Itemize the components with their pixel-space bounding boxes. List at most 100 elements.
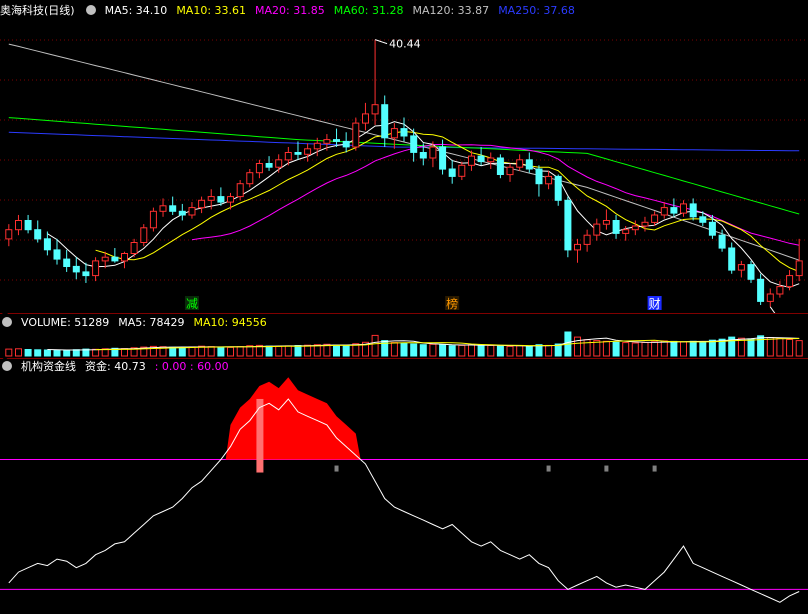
candle-body bbox=[275, 159, 283, 168]
candle-body bbox=[535, 168, 543, 185]
candle-body bbox=[72, 265, 80, 273]
candle-body bbox=[468, 155, 475, 166]
volume-bar bbox=[795, 340, 803, 357]
candle-body bbox=[728, 247, 736, 271]
volume-bar bbox=[24, 349, 32, 357]
volume-bar bbox=[641, 342, 649, 357]
candle-body bbox=[304, 148, 312, 155]
candle-body bbox=[188, 207, 196, 216]
ma120-line bbox=[8, 43, 800, 261]
volume-bar bbox=[468, 344, 475, 357]
volume-label: VOLUME: 51289 bbox=[21, 315, 110, 329]
candle-body bbox=[766, 293, 774, 302]
volume-toggle-icon[interactable] bbox=[2, 317, 12, 327]
volume-panel[interactable]: VOLUME: 51289 MA5: 78429 MA10: 94556 bbox=[0, 314, 808, 358]
candle-body bbox=[207, 196, 215, 201]
candle-body bbox=[641, 221, 649, 227]
candle-body bbox=[255, 163, 263, 174]
volume-bar bbox=[622, 342, 630, 357]
volume-bar bbox=[747, 338, 755, 357]
ma-legend-item-2: MA20: 31.85 bbox=[255, 3, 325, 17]
main-chart-svg[interactable]: 40.4427.0减榜财 bbox=[0, 0, 808, 313]
candle-body bbox=[757, 278, 765, 302]
fund-panel[interactable]: 机构资金线 资金: 40.73 : 0.00 : 60.00 bbox=[0, 359, 808, 614]
grey-mark-0 bbox=[334, 465, 339, 472]
volume-bar bbox=[708, 339, 716, 357]
ma-legend-item-4: MA120: 33.87 bbox=[412, 3, 490, 17]
volume-bar bbox=[410, 343, 418, 357]
candle-body bbox=[111, 256, 119, 262]
candle-body bbox=[352, 122, 360, 148]
candle-body bbox=[333, 139, 340, 142]
volume-bar bbox=[448, 345, 456, 357]
volume-bar bbox=[487, 345, 495, 357]
candle-body bbox=[699, 216, 707, 223]
volume-bar bbox=[43, 349, 51, 357]
fund-toggle-icon[interactable] bbox=[2, 361, 12, 371]
volume-bar bbox=[651, 341, 659, 357]
volume-bar bbox=[178, 347, 186, 357]
candle-body bbox=[660, 207, 668, 216]
candle-body bbox=[313, 142, 321, 150]
fund-levels: : 0.00 : 60.00 bbox=[154, 359, 229, 373]
fund-chart-svg[interactable] bbox=[0, 359, 808, 614]
volume-ma5: MA5: 78429 bbox=[118, 315, 185, 329]
volume-bar bbox=[660, 340, 668, 357]
candle-body bbox=[545, 175, 553, 185]
candle-body bbox=[53, 249, 61, 260]
candle-body bbox=[583, 234, 591, 245]
candle-body bbox=[390, 128, 398, 139]
fund-overheat-area-0 bbox=[225, 377, 361, 460]
volume-bar bbox=[689, 340, 697, 357]
candle-body bbox=[439, 146, 447, 170]
candle-body bbox=[63, 258, 71, 268]
candle-body bbox=[419, 152, 427, 159]
volume-bar bbox=[275, 345, 283, 357]
candle-body bbox=[747, 264, 755, 280]
candle-body bbox=[34, 229, 42, 240]
candle-body bbox=[487, 157, 495, 163]
volume-bar bbox=[72, 349, 80, 357]
candle-body bbox=[159, 205, 167, 212]
indicator-toggle-icon[interactable] bbox=[85, 5, 96, 15]
volume-bar bbox=[236, 346, 244, 357]
volume-bar bbox=[516, 345, 524, 357]
candle-body bbox=[82, 271, 90, 277]
event-marker-1: 榜 bbox=[446, 296, 458, 311]
ma-legend-item-0: MA5: 34.10 bbox=[104, 3, 168, 17]
volume-bar bbox=[53, 349, 61, 357]
candle-body bbox=[198, 199, 206, 209]
candle-body bbox=[737, 264, 745, 271]
candle-body bbox=[371, 104, 379, 115]
grey-mark-3 bbox=[652, 465, 657, 472]
volume-bar bbox=[593, 340, 601, 357]
volume-bar bbox=[439, 344, 447, 357]
volume-bar bbox=[429, 343, 437, 357]
candle-body bbox=[506, 166, 514, 176]
volume-bar bbox=[477, 344, 485, 357]
candle-body bbox=[217, 196, 225, 203]
candle-body bbox=[631, 225, 639, 231]
volume-bar bbox=[506, 345, 514, 357]
volume-bar bbox=[400, 342, 408, 357]
candle-body bbox=[708, 221, 716, 236]
candle-body bbox=[477, 155, 485, 163]
volume-bar bbox=[5, 348, 13, 357]
candle-body bbox=[246, 172, 254, 185]
volume-bar bbox=[699, 341, 707, 357]
stock-title: 奥海科技(日线) bbox=[0, 4, 75, 17]
high-price-label: 40.44 bbox=[389, 38, 421, 51]
volume-bar bbox=[188, 346, 196, 357]
candle-body bbox=[294, 152, 302, 155]
volume-bar bbox=[535, 344, 543, 357]
candle-body bbox=[43, 238, 51, 251]
volume-bar bbox=[757, 335, 765, 357]
volume-bar bbox=[612, 341, 620, 357]
candle-body bbox=[24, 220, 32, 231]
volume-bar bbox=[333, 344, 340, 357]
candle-body bbox=[429, 146, 437, 159]
candle-body bbox=[574, 243, 581, 251]
candle-body bbox=[680, 203, 687, 214]
candle-body bbox=[410, 135, 418, 153]
main-chart-panel[interactable]: 40.4427.0减榜财 奥海科技(日线) MA5: 34.10MA10: 33… bbox=[0, 0, 808, 313]
